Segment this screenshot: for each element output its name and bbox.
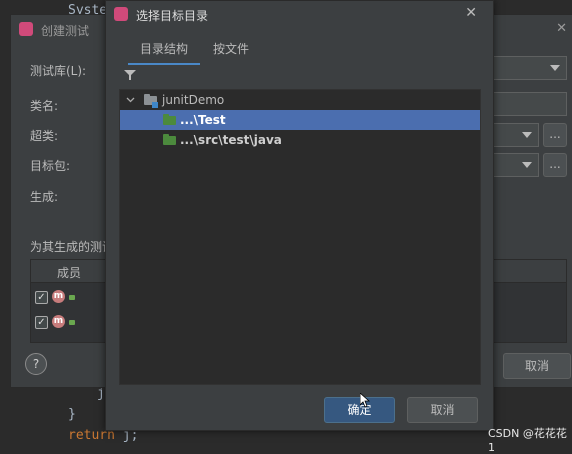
generate-tests-for-label: 为其生成的测试: [30, 240, 115, 254]
chevron-down-icon: [522, 162, 532, 168]
public-lock-icon: [69, 320, 75, 325]
generate-label: 生成:: [30, 190, 59, 204]
tree-node-src-test-java[interactable]: ...\src\test\java: [120, 130, 480, 150]
tree-node-label: ...\src\test\java: [180, 133, 282, 147]
method-icon: m: [52, 290, 65, 303]
tree-node-test[interactable]: ...\Test: [120, 110, 480, 130]
code-line-j: j: [97, 386, 105, 401]
code-line-brace: }: [68, 407, 76, 422]
superclass-combo[interactable]: [491, 123, 539, 147]
help-button[interactable]: ?: [25, 353, 47, 375]
table-row[interactable]: ✓ m: [31, 288, 111, 308]
superclass-label: 超类:: [30, 129, 59, 143]
method-icon: m: [52, 315, 65, 328]
class-name-label: 类名:: [30, 99, 59, 113]
tree-node-root[interactable]: junitDemo: [120, 90, 480, 110]
testing-library-label: 测试库(L):: [30, 64, 87, 78]
tree-node-label: ...\Test: [180, 113, 226, 127]
filter-icon[interactable]: [124, 69, 136, 84]
csdn-watermark: CSDN @花花花1: [488, 427, 567, 454]
member-checkbox[interactable]: ✓: [35, 316, 48, 329]
close-icon[interactable]: ✕: [465, 5, 477, 21]
tree-node-label: junitDemo: [162, 93, 225, 107]
member-checkbox[interactable]: ✓: [35, 291, 48, 304]
member-column-header: 成员: [57, 266, 82, 280]
intellij-logo-icon: [114, 7, 128, 21]
target-package-combo[interactable]: [491, 153, 539, 177]
mouse-cursor-icon: [359, 392, 371, 411]
module-badge-icon: [152, 102, 158, 108]
cancel-button[interactable]: 取消: [407, 397, 478, 423]
intellij-logo-icon: [19, 22, 33, 36]
table-row[interactable]: ✓ m: [31, 313, 111, 333]
testing-library-combo[interactable]: [491, 56, 567, 80]
directory-tree[interactable]: junitDemo ...\Test ...\src\test\java: [119, 89, 481, 385]
folder-icon: [163, 134, 176, 145]
class-name-field[interactable]: [491, 92, 567, 116]
target-package-browse-button[interactable]: ...: [543, 153, 567, 177]
back-cancel-button[interactable]: 取消: [503, 353, 571, 379]
chevron-down-icon: [522, 132, 532, 138]
choose-target-directory-dialog: 选择目标目录 ✕ 目录结构 按文件 junitDemo ...\Test ...…: [105, 0, 494, 431]
target-package-label: 目标包:: [30, 159, 71, 173]
chevron-down-icon: [550, 65, 560, 71]
back-close-icon[interactable]: ✕: [556, 21, 567, 36]
folder-icon: [163, 114, 176, 125]
tab-by-file[interactable]: 按文件: [213, 39, 249, 63]
create-test-title: 创建测试: [41, 24, 90, 38]
dialog-title: 选择目标目录: [136, 9, 209, 23]
tab-directory-structure[interactable]: 目录结构: [128, 39, 200, 65]
superclass-browse-button[interactable]: ...: [543, 123, 567, 147]
dialog-title-bar: 选择目标目录 ✕: [106, 1, 493, 29]
public-lock-icon: [69, 295, 75, 300]
tab-bar: 目录结构 按文件: [106, 39, 493, 65]
